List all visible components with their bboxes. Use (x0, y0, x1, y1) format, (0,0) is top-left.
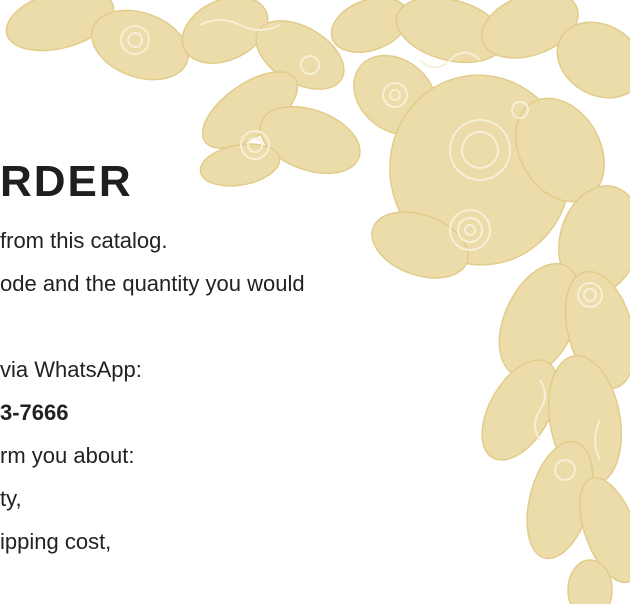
instruction-line: ty, (0, 486, 22, 511)
instruction-line: via WhatsApp: (0, 357, 142, 382)
order-instructions: RDER from this catalog. ode and the quan… (0, 0, 630, 604)
instruction-line: ipping cost, (0, 529, 112, 554)
instruction-line: from this catalog. (0, 228, 168, 253)
whatsapp-number: 3-7666 (0, 400, 69, 425)
instruction-line: rm you about: (0, 443, 135, 468)
instruction-line: ode and the quantity you would (0, 271, 305, 296)
page-heading: RDER (0, 157, 133, 206)
